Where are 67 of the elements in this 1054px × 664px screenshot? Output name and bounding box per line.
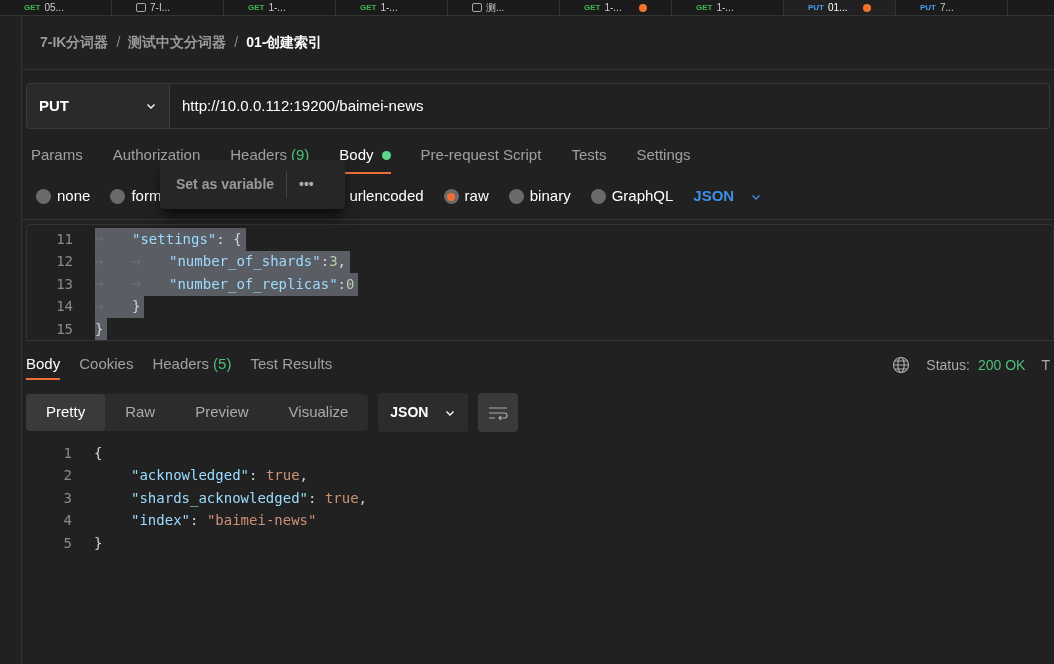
url-field[interactable]: http://10.0.0.112:19200/baimei-news	[170, 83, 1050, 129]
request-tab[interactable]: 测...	[448, 0, 560, 15]
response-tab[interactable]: Body	[26, 350, 61, 380]
format-select[interactable]: JSON	[378, 393, 469, 432]
set-as-variable-button[interactable]: Set as variable	[176, 174, 275, 195]
code-line: "index": "baimei-news"	[130, 511, 318, 531]
line-number: 4	[62, 511, 73, 531]
line-number: 15	[55, 319, 74, 339]
tab-marker-icon	[95, 302, 105, 311]
view-mode-tab[interactable]: Visualize	[268, 394, 369, 431]
time-label: T	[1041, 355, 1050, 375]
tab-marker-icon	[95, 257, 105, 266]
body-type-option[interactable]: none	[36, 185, 91, 208]
line-number: 11	[55, 229, 74, 249]
request-section-tab[interactable]: Params	[31, 138, 83, 174]
body-type-option[interactable]: urlencoded	[349, 185, 424, 208]
response-tab[interactable]: Test Results	[250, 350, 333, 380]
breadcrumb-item[interactable]: 测试中文分词器	[128, 32, 227, 53]
line-number: 12	[55, 252, 74, 272]
request-tab[interactable]: 7-I...	[112, 0, 224, 15]
request-tab[interactable]: GET 1-...	[224, 0, 336, 15]
line-number: 2	[62, 466, 73, 486]
method-select[interactable]: PUT	[26, 83, 170, 129]
request-section-tab[interactable]: Authorization	[112, 138, 201, 174]
line-number: 13	[55, 274, 74, 294]
request-tab[interactable]: GET 05...	[0, 0, 112, 15]
view-mode-tab[interactable]: Pretty	[26, 394, 106, 431]
request-tab[interactable]: GET 1-...	[560, 0, 672, 15]
tab-marker-icon	[95, 280, 105, 289]
response-tab[interactable]: Cookies	[79, 350, 134, 380]
request-tab[interactable]: PUT 01...	[784, 0, 896, 15]
request-tab[interactable]: GET 1-...	[336, 0, 448, 15]
breadcrumb-separator: /	[234, 33, 239, 52]
code-line: "shards_acknowledged": true,	[130, 488, 369, 509]
breadcrumb-item[interactable]: 7-IK分词器	[40, 32, 109, 53]
breadcrumb-item: 01-创建索引	[246, 33, 323, 52]
file-icon	[472, 3, 482, 12]
line-number: 5	[62, 533, 73, 553]
body-type-option[interactable]: raw	[443, 185, 489, 208]
breadcrumb-separator: /	[116, 33, 121, 52]
status-value: 200 OK	[977, 355, 1026, 375]
tab-marker-icon	[132, 280, 142, 289]
file-icon	[136, 3, 146, 12]
globe-icon[interactable]	[892, 356, 911, 374]
tab-marker-icon	[95, 235, 105, 244]
tab-marker-icon	[132, 257, 142, 266]
status-label: Status:	[926, 355, 970, 375]
wrap-icon	[488, 405, 509, 420]
code-line: }	[94, 533, 104, 553]
line-number: 14	[55, 297, 74, 317]
wrap-lines-button[interactable]	[478, 393, 519, 432]
body-type-option[interactable]: form	[110, 185, 162, 208]
view-mode-tab[interactable]: Raw	[105, 394, 176, 431]
request-section-tab[interactable]: Tests	[571, 138, 607, 174]
view-mode-tab[interactable]: Preview	[175, 394, 269, 431]
body-type-option[interactable]: GraphQL	[590, 185, 674, 208]
format-select[interactable]: JSON	[693, 185, 763, 208]
more-button[interactable]: •••	[299, 174, 314, 195]
request-section-tab[interactable]: Settings	[636, 138, 691, 174]
request-section-tab[interactable]: Pre-request Script	[420, 138, 542, 174]
request-tab[interactable]: PUT 7...	[896, 0, 1008, 15]
body-type-option[interactable]: binary	[508, 185, 571, 208]
line-number: 1	[62, 443, 73, 463]
line-number: 3	[62, 488, 73, 508]
response-tab[interactable]: Headers (5)	[152, 350, 232, 380]
code-line: {	[94, 443, 104, 463]
code-line: "acknowledged": true,	[130, 466, 310, 486]
